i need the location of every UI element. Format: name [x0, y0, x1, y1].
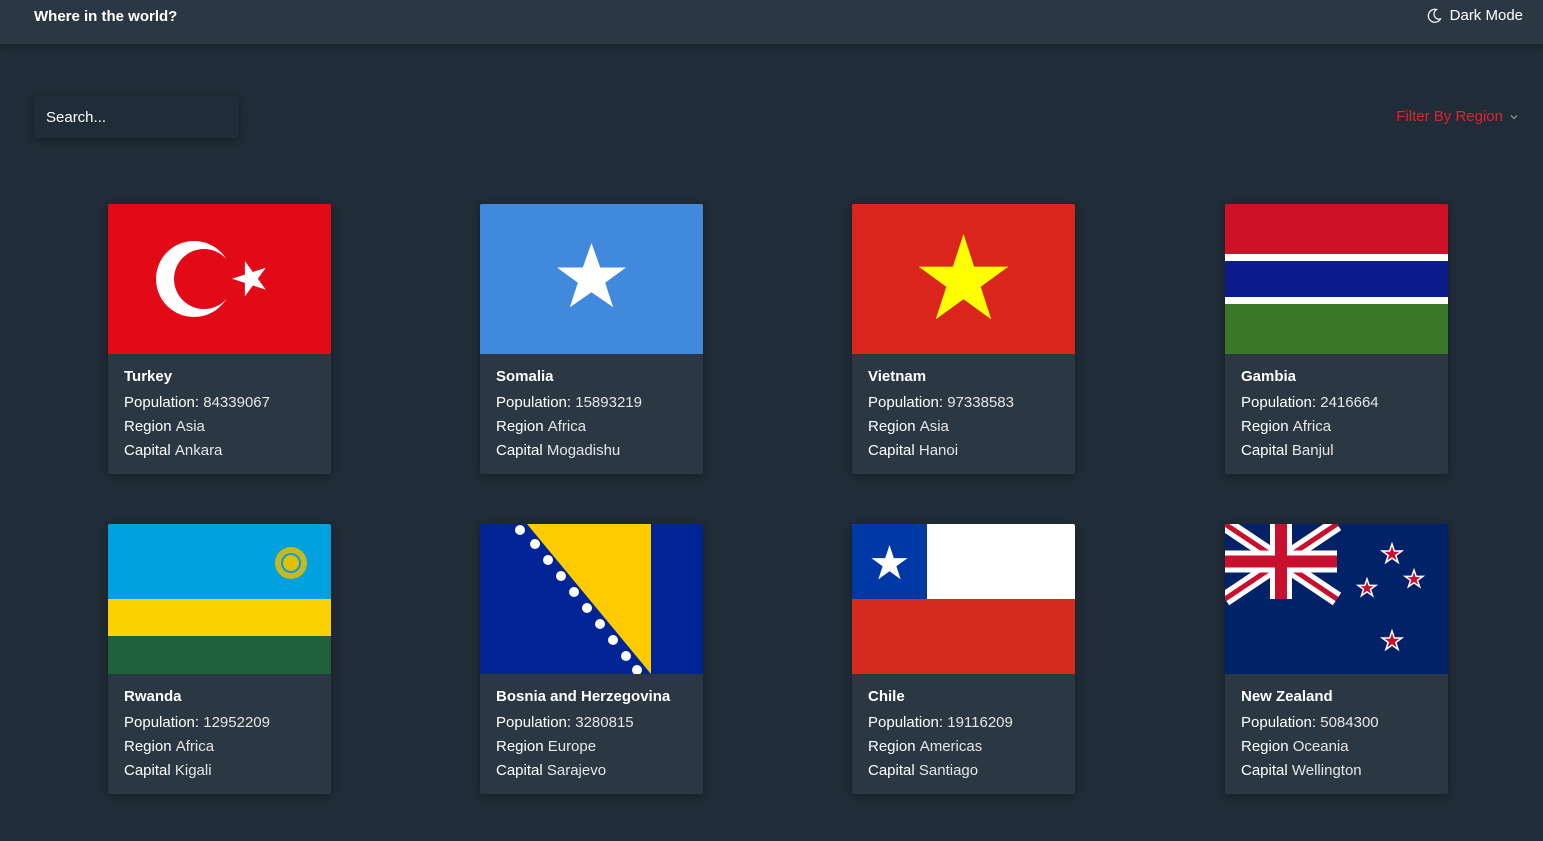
- population-value: 5084300: [1320, 714, 1379, 731]
- region-line: Region Americas: [868, 738, 983, 755]
- capital-line: Capital Banjul: [1241, 442, 1334, 459]
- bosnia-flag: [480, 524, 703, 674]
- country-name: Turkey: [124, 368, 173, 385]
- vietnam-flag: [852, 204, 1075, 354]
- population-line: Population: 12952209: [124, 714, 270, 731]
- capital-line: Capital Wellington: [1241, 762, 1362, 779]
- region-value: Europe: [547, 738, 597, 755]
- capital-value: Santiago: [918, 762, 979, 779]
- country-card-bosnia[interactable]: Bosnia and Herzegovina Population: 32808…: [480, 524, 703, 794]
- country-name: Vietnam: [868, 368, 927, 385]
- country-card-turkey[interactable]: Turkey Population: 84339067 Region Asia …: [108, 204, 331, 474]
- somalia-flag: [480, 204, 703, 354]
- country-card-new-zealand[interactable]: New Zealand Population: 5084300 Region O…: [1225, 524, 1448, 794]
- chevron-down-icon: [1509, 112, 1519, 122]
- dark-mode-label: Dark Mode: [1449, 7, 1523, 24]
- population-line: Population: 2416664: [1241, 394, 1379, 411]
- region-value: Africa: [175, 738, 215, 755]
- dark-mode-toggle[interactable]: Dark Mode: [1426, 7, 1523, 24]
- capital-value: Mogadishu: [546, 442, 621, 459]
- region-line: Region Europe: [496, 738, 597, 755]
- country-name: Bosnia and Herzegovina: [496, 688, 671, 705]
- country-name: Somalia: [496, 368, 554, 385]
- capital-value: Kigali: [174, 762, 212, 779]
- capital-line: Capital Mogadishu: [496, 442, 621, 459]
- population-value: 97338583: [947, 394, 1014, 411]
- capital-line: Capital Santiago: [868, 762, 979, 779]
- region-value: Americas: [919, 738, 983, 755]
- region-line: Region Africa: [124, 738, 215, 755]
- region-line: Region Africa: [496, 418, 587, 435]
- country-card-somalia[interactable]: Somalia Population: 15893219 Region Afri…: [480, 204, 703, 474]
- app-title: Where in the world?: [34, 8, 178, 25]
- turkey-flag: [108, 204, 331, 354]
- region-value: Africa: [547, 418, 587, 435]
- capital-value: Banjul: [1291, 442, 1334, 459]
- capital-line: Capital Ankara: [124, 442, 223, 459]
- population-line: Population: 5084300: [1241, 714, 1379, 731]
- capital-value: Ankara: [174, 442, 223, 459]
- capital-value: Hanoi: [918, 442, 959, 459]
- search-input[interactable]: [34, 96, 239, 138]
- country-name: Rwanda: [124, 688, 182, 705]
- region-value: Asia: [175, 418, 205, 435]
- population-line: Population: 19116209: [868, 714, 1013, 731]
- region-value: Africa: [1292, 418, 1332, 435]
- country-card-gambia[interactable]: Gambia Population: 2416664 Region Africa…: [1225, 204, 1448, 474]
- gambia-flag: [1225, 204, 1448, 354]
- region-value: Oceania: [1292, 738, 1349, 755]
- population-value: 3280815: [575, 714, 634, 731]
- country-name: Chile: [868, 688, 905, 705]
- capital-line: Capital Kigali: [124, 762, 212, 779]
- population-line: Population: 15893219: [496, 394, 642, 411]
- population-value: 84339067: [203, 394, 270, 411]
- population-line: Population: 84339067: [124, 394, 270, 411]
- country-card-chile[interactable]: Chile Population: 19116209 Region Americ…: [852, 524, 1075, 794]
- capital-line: Capital Hanoi: [868, 442, 959, 459]
- rwanda-flag: [108, 524, 331, 674]
- capital-value: Sarajevo: [546, 762, 607, 779]
- filter-label: Filter By Region: [1396, 108, 1503, 125]
- region-line: Region Oceania: [1241, 738, 1349, 755]
- region-line: Region Asia: [124, 418, 205, 435]
- search-box[interactable]: [34, 96, 239, 138]
- population-value: 19116209: [947, 714, 1013, 731]
- new-zealand-flag: [1225, 524, 1448, 674]
- capital-line: Capital Sarajevo: [496, 762, 607, 779]
- population-line: Population: 97338583: [868, 394, 1014, 411]
- capital-value: Wellington: [1291, 762, 1362, 779]
- country-card-rwanda[interactable]: Rwanda Population: 12952209 Region Afric…: [108, 524, 331, 794]
- top-header: Where in the world? Dark Mode: [0, 0, 1543, 44]
- chile-flag: [852, 524, 1075, 674]
- population-value: 2416664: [1320, 394, 1379, 411]
- population-value: 15893219: [575, 394, 642, 411]
- population-line: Population: 3280815: [496, 714, 634, 731]
- country-name: Gambia: [1241, 368, 1297, 385]
- country-name: New Zealand: [1241, 688, 1333, 705]
- population-value: 12952209: [203, 714, 270, 731]
- region-line: Region Africa: [1241, 418, 1332, 435]
- country-card-vietnam[interactable]: Vietnam Population: 97338583 Region Asia…: [852, 204, 1075, 474]
- filter-by-region-dropdown[interactable]: Filter By Region: [1396, 108, 1519, 125]
- region-value: Asia: [919, 418, 949, 435]
- region-line: Region Asia: [868, 418, 949, 435]
- moon-icon: [1426, 8, 1442, 24]
